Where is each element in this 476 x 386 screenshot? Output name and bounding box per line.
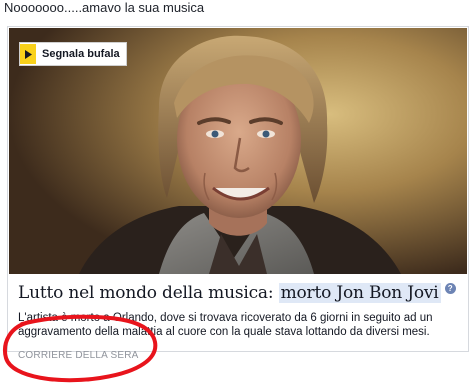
screenshot-stage: Nooooooo.....amavo la sua musica Segnala… — [0, 0, 476, 386]
badge-label: Segnala bufala — [42, 48, 120, 60]
article-headline[interactable]: Lutto nel mondo della musica: morto Jon … — [18, 283, 456, 303]
play-arrow-icon — [20, 44, 36, 64]
article-photo[interactable]: Segnala bufala — [9, 28, 467, 274]
question-mark-icon[interactable]: ? — [444, 283, 456, 294]
link-preview-card[interactable]: Segnala bufala Lutto nel mondo della mus… — [7, 26, 469, 361]
article-description: L'artista è morto a Orlando, dove si tro… — [18, 312, 433, 338]
headline-prefix: Lutto nel mondo della musica: — [18, 283, 279, 303]
article-source: CORRIERE DELLA SERA — [18, 350, 139, 361]
report-fake-news-badge[interactable]: Segnala bufala — [19, 42, 127, 66]
post-text: Nooooooo.....amavo la sua musica — [4, 0, 205, 15]
headline-highlight: morto Jon Bon Jovi — [278, 283, 441, 303]
